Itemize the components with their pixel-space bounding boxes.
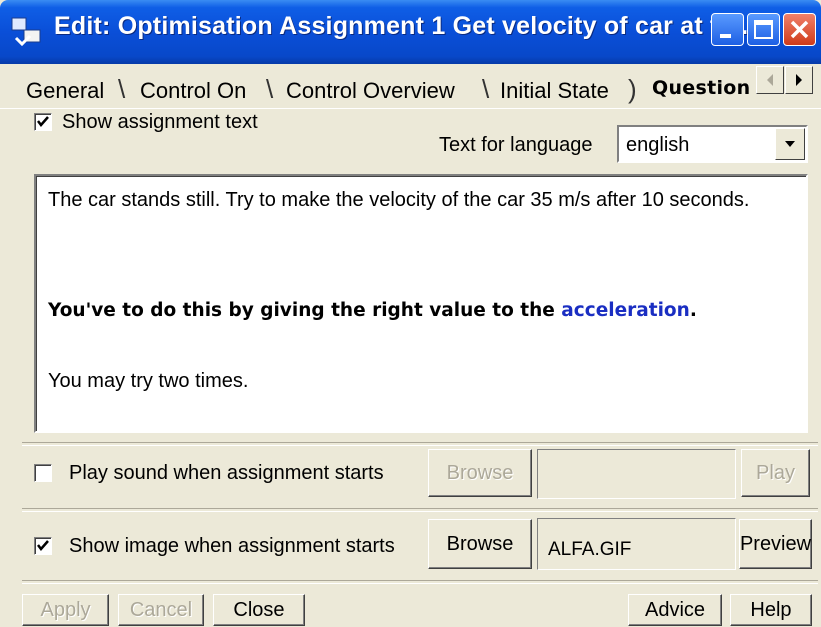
assignment-paragraph-3: You may try two times. (48, 370, 249, 392)
tab-scroll-right-button[interactable] (785, 66, 813, 94)
minimize-button[interactable] (711, 13, 744, 46)
close-icon (790, 20, 809, 39)
assignment-text-area[interactable]: The car stands still. Try to make the ve… (34, 174, 808, 433)
window-title: Edit: Optimisation Assignment 1 Get velo… (54, 12, 756, 40)
sound-browse-button[interactable]: Browse (428, 449, 532, 497)
play-sound-checkbox[interactable] (34, 464, 52, 482)
app-icon (11, 17, 41, 47)
tab-scroll-left-button[interactable] (756, 66, 784, 94)
maximize-icon (754, 20, 773, 39)
image-browse-button[interactable]: Browse (428, 519, 532, 569)
tab-general[interactable]: General (26, 78, 104, 104)
show-text-label: Show assignment text (62, 111, 258, 133)
assignment-paragraph-1: The car stands still. Try to make the ve… (48, 189, 750, 211)
help-button[interactable]: Help (730, 594, 812, 626)
tab-initial-state[interactable]: Initial State (500, 78, 609, 104)
chevron-down-icon (785, 141, 795, 147)
image-file-value: ALFA.GIF (548, 539, 632, 560)
show-text-checkbox[interactable] (34, 113, 52, 131)
show-image-checkbox[interactable] (34, 537, 52, 555)
image-file-field[interactable]: ALFA.GIF (537, 518, 736, 570)
dropdown-button[interactable] (775, 128, 805, 160)
tab-divider: \ (118, 74, 126, 104)
show-image-label: Show image when assignment starts (69, 535, 395, 557)
maximize-button[interactable] (747, 13, 780, 46)
divider (22, 580, 818, 584)
apply-button[interactable]: Apply (22, 594, 109, 626)
arrow-left-icon (767, 74, 773, 86)
tab-divider: \ (266, 74, 274, 104)
title-bar[interactable]: Edit: Optimisation Assignment 1 Get velo… (0, 0, 821, 64)
close-button[interactable]: Close (213, 594, 305, 626)
tab-question[interactable]: Question (652, 77, 750, 99)
play-button[interactable]: Play (741, 449, 810, 497)
cancel-button[interactable]: Cancel (118, 594, 204, 626)
assignment-paragraph-2-text: You've to do this by giving the right va… (48, 300, 562, 321)
tab-strip: General \ Control On \ Control Overview … (0, 64, 821, 109)
edit-dialog: Edit: Optimisation Assignment 1 Get velo… (0, 0, 821, 627)
preview-button[interactable]: Preview (739, 519, 812, 569)
assignment-paragraph-2: You've to do this by giving the right va… (48, 292, 788, 329)
acceleration-link[interactable]: acceleration (561, 300, 690, 321)
close-window-button[interactable] (783, 13, 816, 46)
checkmark-icon (37, 116, 49, 127)
tab-control-on[interactable]: Control On (140, 78, 246, 104)
minimize-icon (720, 34, 731, 38)
checkmark-icon (37, 540, 49, 551)
play-sound-label: Play sound when assignment starts (69, 462, 384, 484)
tab-divider: ) (628, 74, 637, 104)
language-select[interactable]: english (617, 125, 808, 163)
advice-button[interactable]: Advice (628, 594, 722, 626)
assignment-paragraph-2-end: . (689, 300, 697, 321)
arrow-right-icon (796, 74, 802, 86)
divider (22, 508, 818, 512)
language-label: Text for language (439, 134, 593, 156)
language-value: english (626, 134, 690, 156)
tab-control-overview[interactable]: Control Overview (286, 78, 455, 104)
sound-file-field[interactable] (537, 449, 736, 499)
divider (22, 442, 818, 446)
tab-divider: \ (482, 74, 490, 104)
